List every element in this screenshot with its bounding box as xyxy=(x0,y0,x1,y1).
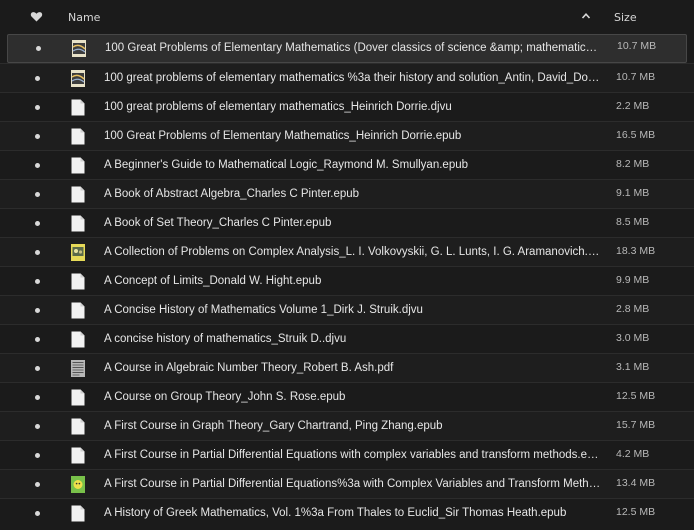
file-name: 100 Great Problems of Elementary Mathema… xyxy=(105,42,602,54)
file-name: A Concise History of Mathematics Volume … xyxy=(104,304,423,316)
status-dot-icon xyxy=(35,308,40,313)
file-size: 9.1 MB xyxy=(616,187,650,199)
size-column-header[interactable]: Size xyxy=(614,11,637,24)
cover-thumbnail-icon xyxy=(71,244,85,261)
file-row[interactable]: A Book of Set Theory_Charles C Pinter.ep… xyxy=(0,208,694,237)
status-dot-icon xyxy=(36,46,41,51)
document-icon xyxy=(71,331,85,348)
file-name: A First Course in Graph Theory_Gary Char… xyxy=(104,420,443,432)
file-row[interactable]: A Beginner's Guide to Mathematical Logic… xyxy=(0,150,694,179)
document-icon xyxy=(71,302,85,319)
file-row[interactable]: A concise history of mathematics_Struik … xyxy=(0,324,694,353)
file-name: A Book of Abstract Algebra_Charles C Pin… xyxy=(104,188,360,200)
heart-icon[interactable] xyxy=(30,10,43,23)
chevron-up-icon[interactable] xyxy=(581,11,591,21)
document-icon xyxy=(71,157,85,174)
file-rows: 100 Great Problems of Elementary Mathema… xyxy=(0,34,694,527)
document-icon xyxy=(71,505,85,522)
file-name: A First Course in Partial Differential E… xyxy=(104,449,601,461)
status-dot-icon xyxy=(35,395,40,400)
cover-thumbnail-icon xyxy=(72,40,86,57)
file-name: A Book of Set Theory_Charles C Pinter.ep… xyxy=(104,217,332,229)
file-row[interactable]: A First Course in Partial Differential E… xyxy=(0,469,694,498)
status-dot-icon xyxy=(35,279,40,284)
status-dot-icon xyxy=(35,250,40,255)
file-size: 4.2 MB xyxy=(616,448,650,460)
file-size: 12.5 MB xyxy=(616,390,656,402)
cover-thumbnail-icon xyxy=(71,476,85,493)
file-size: 9.9 MB xyxy=(616,274,650,286)
file-size: 18.3 MB xyxy=(616,245,656,257)
file-name: A Course on Group Theory_John S. Rose.ep… xyxy=(104,391,346,403)
file-row[interactable]: A First Course in Partial Differential E… xyxy=(0,440,694,469)
file-size: 8.2 MB xyxy=(616,158,650,170)
status-dot-icon xyxy=(35,192,40,197)
file-row[interactable]: A Course on Group Theory_John S. Rose.ep… xyxy=(0,382,694,411)
file-size: 10.7 MB xyxy=(616,71,656,83)
document-icon xyxy=(71,389,85,406)
document-icon xyxy=(71,128,85,145)
file-row[interactable]: 100 great problems of elementary mathema… xyxy=(0,92,694,121)
file-row[interactable]: 100 Great Problems of Elementary Mathema… xyxy=(7,34,687,63)
file-size: 10.7 MB xyxy=(617,40,657,52)
status-dot-icon xyxy=(35,221,40,226)
status-dot-icon xyxy=(35,366,40,371)
cover-thumbnail-icon xyxy=(71,70,85,87)
file-row[interactable]: A History of Greek Mathematics, Vol. 1%3… xyxy=(0,498,694,527)
status-dot-icon xyxy=(35,453,40,458)
document-icon xyxy=(71,418,85,435)
file-name: A Beginner's Guide to Mathematical Logic… xyxy=(104,159,469,171)
file-row[interactable]: A Course in Algebraic Number Theory_Robe… xyxy=(0,353,694,382)
document-icon xyxy=(71,186,85,203)
file-row[interactable]: 100 Great Problems of Elementary Mathema… xyxy=(0,121,694,150)
file-name: A Course in Algebraic Number Theory_Robe… xyxy=(104,362,394,374)
file-size: 13.4 MB xyxy=(616,477,656,489)
file-row[interactable]: A First Course in Graph Theory_Gary Char… xyxy=(0,411,694,440)
column-header: Name Size xyxy=(0,0,694,34)
file-size: 2.2 MB xyxy=(616,100,650,112)
file-row[interactable]: A Concise History of Mathematics Volume … xyxy=(0,295,694,324)
file-size: 12.5 MB xyxy=(616,506,656,518)
status-dot-icon xyxy=(35,424,40,429)
file-name: A Concept of Limits_Donald W. Hight.epub xyxy=(104,275,322,287)
file-name: 100 Great Problems of Elementary Mathema… xyxy=(104,130,462,142)
cover-thumbnail-icon xyxy=(71,360,85,377)
file-size: 2.8 MB xyxy=(616,303,650,315)
file-name: A First Course in Partial Differential E… xyxy=(104,478,601,490)
status-dot-icon xyxy=(35,105,40,110)
name-column-header[interactable]: Name xyxy=(68,11,100,24)
file-size: 3.1 MB xyxy=(616,361,650,373)
file-list: Name Size 100 Great Problems of Elementa… xyxy=(0,0,694,530)
file-row[interactable]: A Collection of Problems on Complex Anal… xyxy=(0,237,694,266)
status-dot-icon xyxy=(35,134,40,139)
status-dot-icon xyxy=(35,482,40,487)
status-dot-icon xyxy=(35,76,40,81)
file-name: 100 great problems of elementary mathema… xyxy=(104,72,601,84)
file-row[interactable]: A Concept of Limits_Donald W. Hight.epub… xyxy=(0,266,694,295)
status-dot-icon xyxy=(35,337,40,342)
status-dot-icon xyxy=(35,511,40,516)
document-icon xyxy=(71,447,85,464)
file-name: A Collection of Problems on Complex Anal… xyxy=(104,246,601,258)
document-icon xyxy=(71,99,85,116)
document-icon xyxy=(71,215,85,232)
document-icon xyxy=(71,273,85,290)
file-name: A concise history of mathematics_Struik … xyxy=(104,333,347,345)
file-size: 3.0 MB xyxy=(616,332,650,344)
status-dot-icon xyxy=(35,163,40,168)
file-name: A History of Greek Mathematics, Vol. 1%3… xyxy=(104,507,567,519)
file-name: 100 great problems of elementary mathema… xyxy=(104,101,452,113)
file-size: 16.5 MB xyxy=(616,129,656,141)
file-size: 15.7 MB xyxy=(616,419,656,431)
file-row[interactable]: A Book of Abstract Algebra_Charles C Pin… xyxy=(0,179,694,208)
file-row[interactable]: 100 great problems of elementary mathema… xyxy=(0,63,694,92)
file-size: 8.5 MB xyxy=(616,216,650,228)
